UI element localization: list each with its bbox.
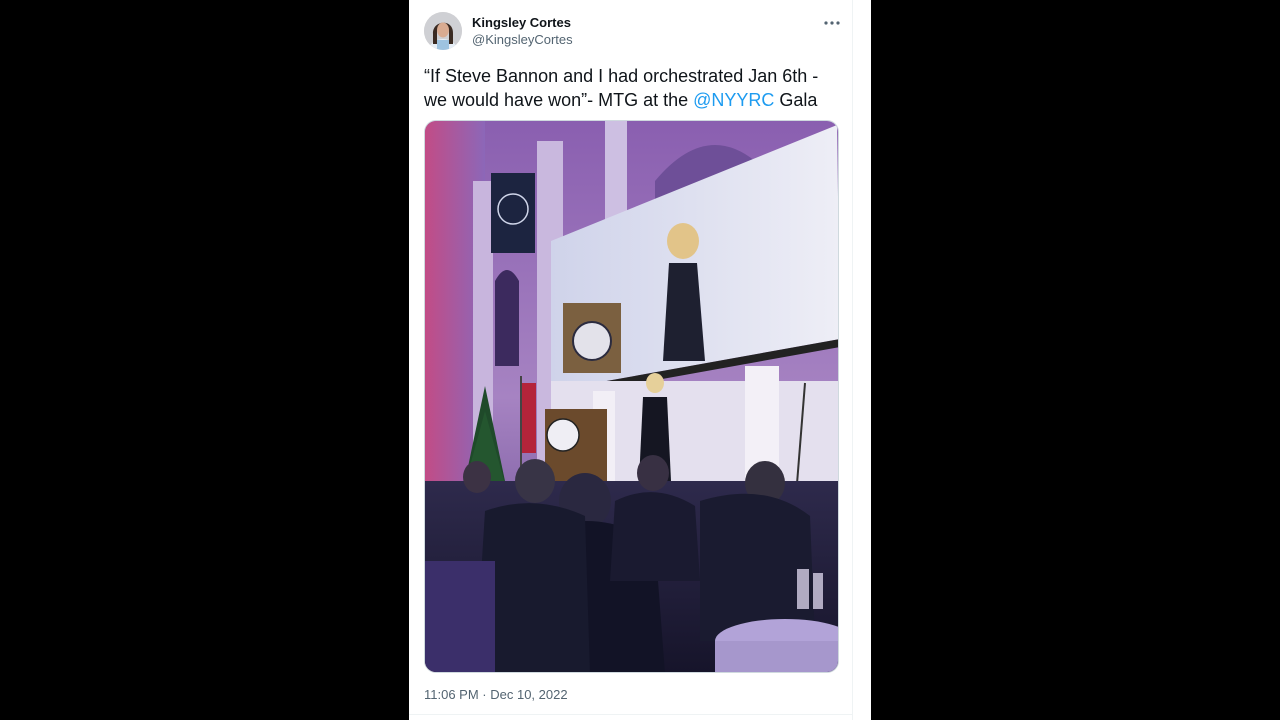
avatar-image: [424, 12, 462, 50]
video-frame: Kingsley Cortes @KingsleyCortes “If Stev…: [0, 0, 1280, 720]
more-horizontal-icon[interactable]: [822, 13, 842, 33]
tweet-photo[interactable]: [424, 120, 839, 673]
tweet-text: “If Steve Bannon and I had orchestrated …: [424, 64, 844, 112]
gala-stage-photo: [425, 121, 838, 672]
mention-link[interactable]: @NYYRC: [693, 90, 774, 110]
author-avatar[interactable]: [424, 12, 462, 50]
tweet-text-tail: Gala: [774, 90, 818, 110]
author-handle[interactable]: @KingsleyCortes: [472, 32, 573, 47]
divider: [409, 714, 852, 715]
tweet-timestamp[interactable]: 11:06 PM · Dec 10, 2022: [424, 687, 568, 702]
author-display-name[interactable]: Kingsley Cortes: [472, 15, 571, 30]
